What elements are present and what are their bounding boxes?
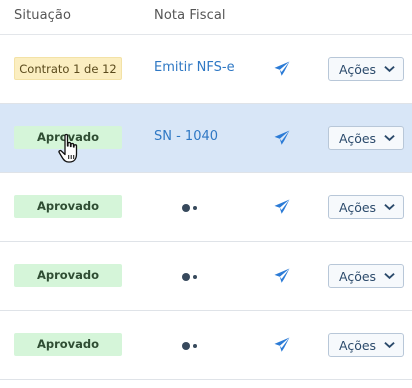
paper-plane-icon[interactable] [273, 336, 291, 354]
actions-button[interactable]: Ações [328, 195, 404, 219]
dots-icon [182, 272, 198, 282]
actions-button[interactable]: Ações [328, 126, 404, 150]
paper-plane-icon[interactable] [273, 267, 291, 285]
status-badge: Aprovado [14, 264, 122, 287]
table-row[interactable]: Aprovado Ações [0, 311, 412, 380]
paper-plane-icon[interactable] [273, 129, 291, 147]
paper-plane-icon[interactable] [273, 198, 291, 216]
nota-fiscal-link[interactable]: SN - 1040 [154, 129, 218, 144]
dots-icon [182, 341, 198, 351]
actions-button-label: Ações [339, 130, 377, 146]
table-row-selected[interactable]: Aprovado SN - 1040 Ações [0, 104, 412, 173]
paper-plane-icon[interactable] [273, 60, 291, 78]
actions-button-label: Ações [339, 268, 377, 284]
status-badge: Aprovado [14, 195, 122, 218]
status-badge: Aprovado [14, 126, 122, 149]
table-row[interactable]: Aprovado Ações [0, 173, 412, 242]
actions-button-label: Ações [339, 337, 377, 353]
actions-button[interactable]: Ações [328, 333, 404, 357]
column-header-nota-fiscal: Nota Fiscal [154, 8, 226, 23]
table-row[interactable]: Contrato 1 de 12 Emitir NFS-e Ações [0, 35, 412, 104]
actions-button-label: Ações [339, 61, 377, 77]
chevron-down-icon [384, 204, 395, 211]
chevron-down-icon [384, 342, 395, 349]
status-badge: Contrato 1 de 12 [14, 57, 122, 80]
chevron-down-icon [384, 66, 395, 73]
emitir-nfse-link[interactable]: Emitir NFS-e [154, 60, 235, 75]
table-row[interactable]: Aprovado Ações [0, 242, 412, 311]
chevron-down-icon [384, 273, 395, 280]
actions-button-label: Ações [339, 199, 377, 215]
table-header: Situação Nota Fiscal [0, 0, 412, 35]
actions-button[interactable]: Ações [328, 57, 404, 81]
chevron-down-icon [384, 135, 395, 142]
dots-icon [182, 203, 198, 213]
actions-button[interactable]: Ações [328, 264, 404, 288]
column-header-situacao: Situação [14, 8, 72, 23]
status-badge: Aprovado [14, 333, 122, 356]
